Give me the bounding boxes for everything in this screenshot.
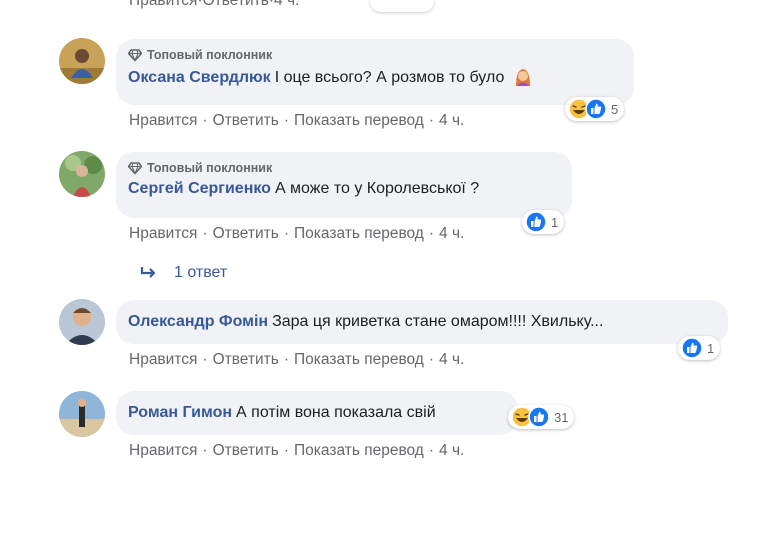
comment-time[interactable]: 4 ч. [439,225,464,242]
view-replies-link[interactable]: 1 ответ [140,264,227,282]
previous-comment-actions: Нравится·Ответить·4 ч. [129,0,299,10]
comment-author[interactable]: Сергей Сергиенко [128,180,271,197]
comment-bubble: Топовый поклонник Сергей Сергиенко А може… [116,152,572,218]
like-reaction-icon [585,98,607,120]
translate-link[interactable]: Показать перевод [294,225,424,242]
avatar[interactable] [59,38,105,84]
reaction-summary[interactable]: 1 [522,210,565,234]
comment-time[interactable]: 4 ч. [439,112,464,129]
replies-count[interactable]: 1 ответ [174,264,227,282]
comment-time[interactable]: 4 ч. [274,0,299,9]
comment-bubble: Топовый поклонник Оксана Свердлюк І оце в… [116,39,634,105]
avatar[interactable] [59,151,105,197]
comment-time[interactable]: 4 ч. [439,351,464,368]
reply-link[interactable]: Ответить [213,351,279,368]
top-fan-badge: Топовый поклонник [128,160,560,176]
like-reaction-icon [681,337,703,359]
comment-actions: Нравится · Ответить · Показать перевод · 4 ч. [129,442,465,458]
like-reaction-icon [528,406,550,428]
comment-author[interactable]: Оксана Свердлюк [128,69,271,86]
like-link[interactable]: Нравится [129,442,197,458]
top-fan-badge: Топовый поклонник [128,47,622,63]
comment-bubble: Олександр Фомін Зара ця криветка стане ом… [116,300,728,344]
reply-link[interactable]: Ответить [213,112,279,129]
reaction-count: 1 [551,214,559,230]
like-link[interactable]: Нравится [129,351,197,368]
previous-reaction-count[interactable] [370,0,434,12]
reaction-count: 31 [554,409,569,425]
comments-list: Нравится·Ответить·4 ч. Топовый поклонник… [0,0,764,458]
reply-link[interactable]: Ответить [203,0,269,9]
woman-emoji-icon [515,69,530,86]
like-reaction-icon [525,211,547,233]
gem-icon [128,49,142,62]
comment-time[interactable]: 4 ч. [439,442,464,458]
reaction-count: 1 [707,340,715,356]
reaction-count: 5 [611,101,619,117]
comment-text: А може то у Королевської ? [274,180,480,197]
reply-link[interactable]: Ответить [213,442,279,458]
translate-link[interactable]: Показать перевод [294,351,424,368]
reaction-summary[interactable]: 1 [678,336,721,360]
comment-actions: Нравится · Ответить · Показать перевод · 4 ч. [129,351,465,368]
comment-author[interactable]: Олександр Фомін [128,313,268,330]
reply-link[interactable]: Ответить [213,225,279,242]
comment-text: І оце всього? А розмов то було [274,69,505,86]
translate-link[interactable]: Показать перевод [294,442,424,458]
comment-author[interactable]: Роман Гимон [128,404,232,421]
reply-arrow-icon [140,267,156,278]
reaction-summary[interactable]: 5 [565,97,625,121]
reaction-summary[interactable]: 31 [508,405,575,429]
gem-icon [128,162,142,175]
avatar[interactable] [59,391,105,437]
comment-text: Зара ця криветка стане омаром!!!! Хвильк… [272,313,604,330]
comment-bubble: Роман Гимон А потім вона показала свій [116,391,518,435]
comment-text: А потім вона показала свій [236,404,436,421]
like-link[interactable]: Нравится [129,225,197,242]
like-link[interactable]: Нравится [129,0,197,9]
translate-link[interactable]: Показать перевод [294,112,424,129]
avatar[interactable] [59,299,105,345]
like-link[interactable]: Нравится [129,112,197,129]
comment-actions: Нравится · Ответить · Показать перевод · 4 ч. [129,225,465,242]
comment-actions: Нравится · Ответить · Показать перевод · 4 ч. [129,112,465,129]
